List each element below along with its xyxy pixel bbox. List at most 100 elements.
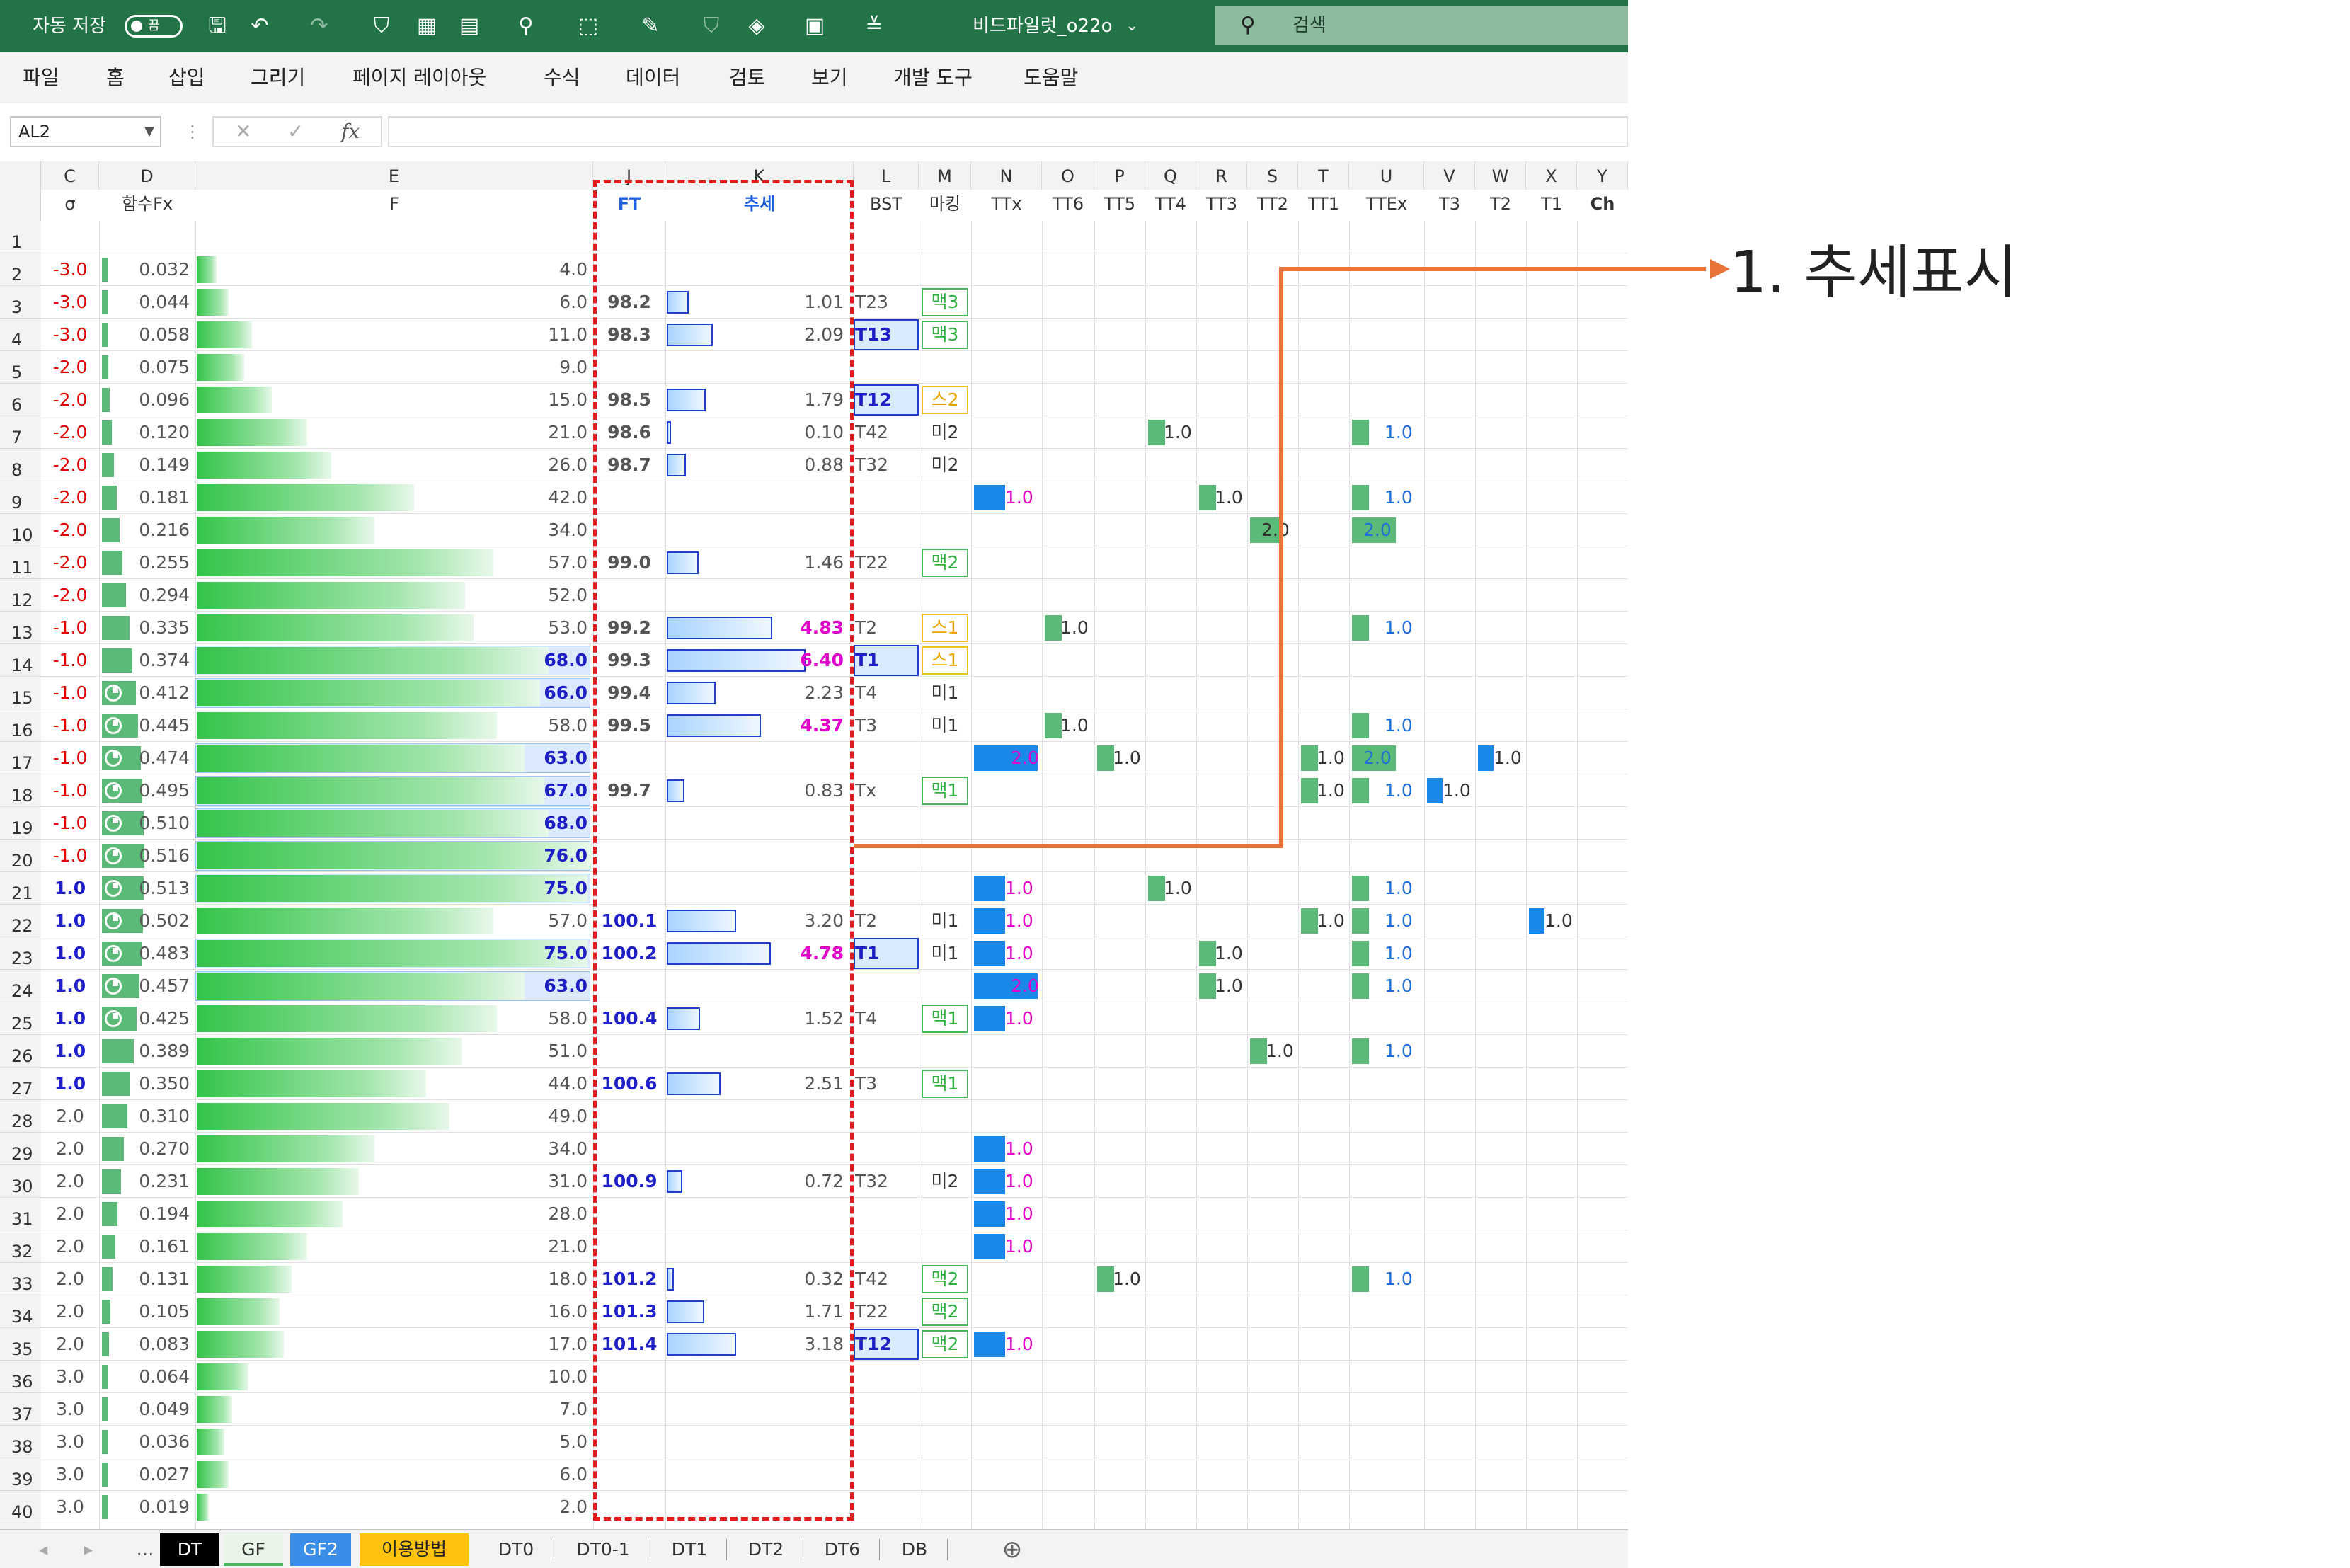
tt-r-cell[interactable]: 1.0 (1215, 970, 1243, 1002)
sigma-cell[interactable]: 1.0 (41, 970, 99, 1002)
bst-cell[interactable]: T22 (855, 1295, 888, 1328)
row-header-8[interactable]: 8 (0, 449, 41, 481)
column-header-c[interactable]: C (41, 161, 99, 190)
fx-cell[interactable]: 0.032 (99, 253, 190, 286)
marking-cell[interactable]: 맥2 (922, 549, 968, 577)
row-header-28[interactable]: 28 (0, 1100, 41, 1133)
column-header-w[interactable]: W (1475, 161, 1526, 190)
f-cell[interactable]: 75.0 (195, 872, 588, 905)
fx-cell[interactable]: 0.105 (99, 1295, 190, 1328)
f-cell[interactable]: 11.0 (195, 319, 588, 351)
f-cell[interactable]: 44.0 (195, 1068, 588, 1100)
sigma-cell[interactable]: 3.0 (41, 1426, 99, 1458)
f-cell[interactable]: 31.0 (195, 1165, 588, 1198)
chevron-down-icon[interactable]: ⌄ (1125, 0, 1138, 52)
redo-icon[interactable]: ↷ (303, 10, 336, 42)
f-cell[interactable]: 67.0 (195, 774, 588, 807)
f-cell[interactable]: 6.0 (195, 1458, 588, 1491)
fx-cell[interactable]: 0.027 (99, 1458, 190, 1491)
fx-cell[interactable]: 0.120 (99, 416, 190, 449)
tt-t-cell[interactable]: 1.0 (1317, 905, 1345, 937)
t-x-cell[interactable]: 1.0 (1544, 905, 1573, 937)
tt-p-cell[interactable]: 1.0 (1113, 742, 1141, 774)
bst-cell[interactable]: T1 (855, 937, 879, 970)
tt-u-cell[interactable]: 1.0 (1385, 709, 1413, 742)
f-cell[interactable]: 15.0 (195, 384, 588, 416)
bst-cell[interactable]: Tx (855, 774, 876, 807)
row-header-24[interactable]: 24 (0, 970, 41, 1002)
font-color-icon[interactable]: ✎ (634, 10, 667, 42)
sigma-cell[interactable]: 2.0 (41, 1100, 99, 1133)
sigma-cell[interactable]: -1.0 (41, 807, 99, 840)
marking-cell[interactable]: 스1 (922, 646, 968, 675)
f-cell[interactable]: 17.0 (195, 1328, 588, 1361)
f-cell[interactable]: 7.0 (195, 1393, 588, 1426)
sigma-cell[interactable]: 3.0 (41, 1458, 99, 1491)
row-header-20[interactable]: 20 (0, 840, 41, 872)
column-header-q[interactable]: Q (1145, 161, 1196, 190)
row-header-39[interactable]: 39 (0, 1458, 41, 1491)
marking-cell[interactable]: 미1 (922, 679, 968, 707)
f-cell[interactable]: 57.0 (195, 905, 588, 937)
tab-draw[interactable]: 그리기 (251, 52, 305, 103)
sigma-cell[interactable]: 1.0 (41, 905, 99, 937)
f-cell[interactable]: 28.0 (195, 1198, 588, 1230)
f-cell[interactable]: 4.0 (195, 253, 588, 286)
border-icon[interactable]: ⬚ (572, 10, 604, 42)
marking-cell[interactable]: 맥2 (922, 1330, 968, 1358)
bst-cell[interactable]: T4 (855, 677, 877, 709)
row-header-36[interactable]: 36 (0, 1361, 41, 1393)
row-header-7[interactable]: 7 (0, 416, 41, 449)
row-header-19[interactable]: 19 (0, 807, 41, 840)
sigma-cell[interactable]: -2.0 (41, 546, 99, 579)
tab-view[interactable]: 보기 (811, 52, 848, 103)
column-header-m[interactable]: M (919, 161, 971, 190)
bst-cell[interactable]: T3 (855, 709, 877, 742)
marking-cell[interactable]: 맥3 (922, 321, 968, 349)
f-cell[interactable]: 68.0 (195, 644, 588, 677)
marking-cell[interactable]: 미1 (922, 711, 968, 740)
f-cell[interactable]: 26.0 (195, 449, 588, 481)
fill-color-icon[interactable]: ◈ (740, 10, 773, 42)
sigma-cell[interactable]: -1.0 (41, 774, 99, 807)
bst-cell[interactable]: T4 (855, 1002, 877, 1035)
sigma-cell[interactable]: 1.0 (41, 937, 99, 970)
fx-cell[interactable]: 0.513 (99, 872, 190, 905)
sigma-cell[interactable]: 2.0 (41, 1263, 99, 1295)
tab-review[interactable]: 검토 (729, 52, 766, 103)
column-header-n[interactable]: N (971, 161, 1042, 190)
sheet-tab-dt0[interactable]: DT0 (483, 1533, 549, 1566)
sigma-cell[interactable]: 2.0 (41, 1133, 99, 1165)
f-cell[interactable]: 18.0 (195, 1263, 588, 1295)
row-header-17[interactable]: 17 (0, 742, 41, 774)
sigma-cell[interactable]: -3.0 (41, 319, 99, 351)
tt-u-cell[interactable]: 1.0 (1385, 1263, 1413, 1295)
f-cell[interactable]: 5.0 (195, 1426, 588, 1458)
f-cell[interactable]: 68.0 (195, 807, 588, 840)
sigma-cell[interactable]: 1.0 (41, 1002, 99, 1035)
sheet-tab-dt1[interactable]: DT1 (657, 1533, 722, 1566)
add-sheet-icon[interactable]: ⊕ (991, 1533, 1033, 1566)
sigma-cell[interactable]: 2.0 (41, 1328, 99, 1361)
marking-cell[interactable]: 미2 (922, 1167, 968, 1196)
marking-cell[interactable]: 미1 (922, 939, 968, 968)
tt-u-cell[interactable]: 1.0 (1385, 1035, 1413, 1068)
row-header-6[interactable]: 6 (0, 384, 41, 416)
row-header-5[interactable]: 5 (0, 351, 41, 384)
sigma-cell[interactable]: -3.0 (41, 253, 99, 286)
column-header-o[interactable]: O (1042, 161, 1094, 190)
marking-cell[interactable]: 스2 (922, 386, 968, 414)
worksheet-grid[interactable]: Cσ D 함수Fx E F J FT K 추세 L BST M 마킹 N TTx O TT6 P TT5 Q TT4 R T… (0, 161, 1628, 1556)
tt-o-cell[interactable]: 1.0 (1060, 612, 1089, 644)
advanced-filter-icon[interactable]: ⚲ (510, 10, 542, 42)
fx-cell[interactable]: 0.049 (99, 1393, 190, 1426)
sigma-cell[interactable]: 1.0 (41, 1035, 99, 1068)
fx-cell[interactable]: 0.044 (99, 286, 190, 319)
f-cell[interactable]: 6.0 (195, 286, 588, 319)
fx-cell[interactable]: 0.149 (99, 449, 190, 481)
f-cell[interactable]: 58.0 (195, 1002, 588, 1035)
marking-cell[interactable]: 스1 (922, 614, 968, 642)
marking-cell[interactable]: 맥3 (922, 288, 968, 316)
tt-u-cell[interactable]: 1.0 (1385, 481, 1413, 514)
sigma-cell[interactable]: -1.0 (41, 612, 99, 644)
